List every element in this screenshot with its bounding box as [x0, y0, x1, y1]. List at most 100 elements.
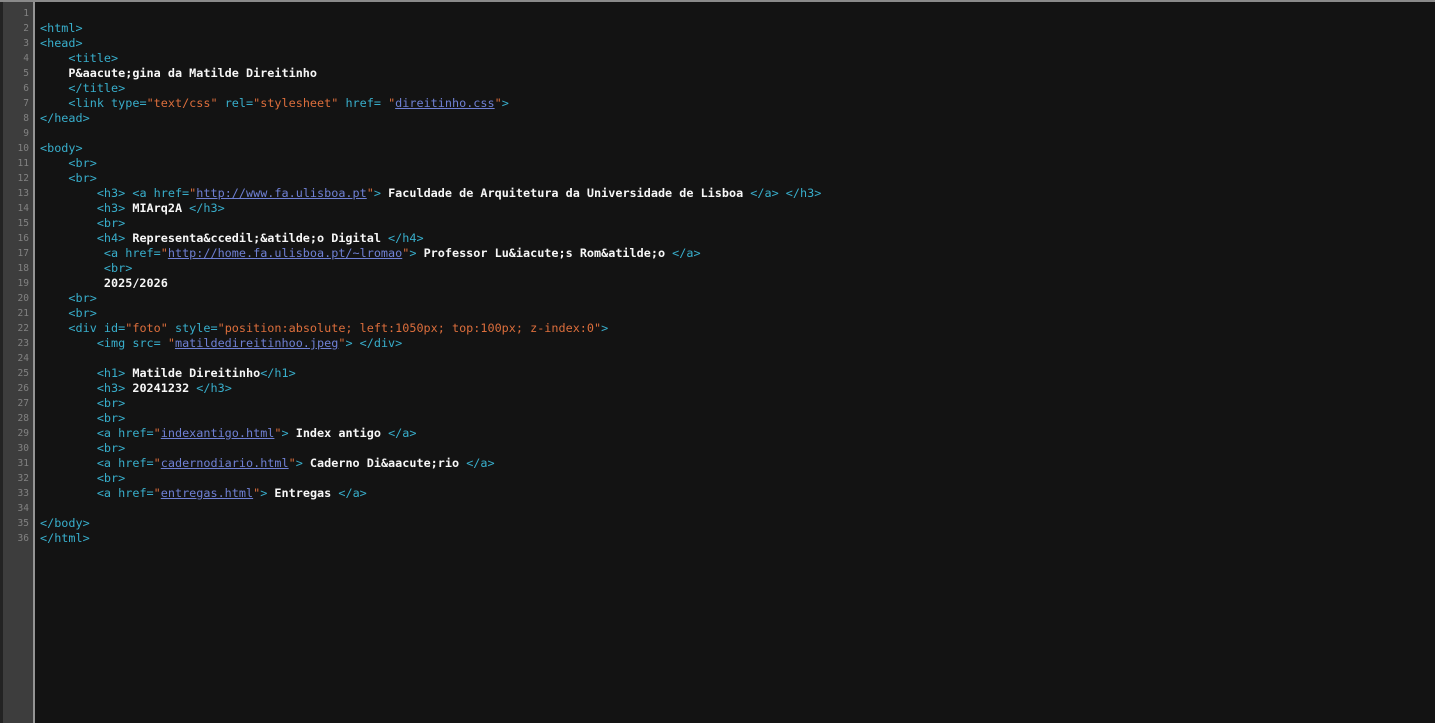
token-str: " — [168, 336, 175, 350]
token-ws — [40, 291, 68, 305]
code-line-27: <br> — [40, 396, 1435, 411]
token-txt: MIArq2A — [125, 201, 189, 215]
line-number-6: 6 — [3, 81, 33, 96]
token-tag: style= — [168, 321, 218, 335]
token-str: " — [495, 96, 502, 110]
line-number-28: 28 — [3, 411, 33, 426]
hyperlink-token[interactable]: indexantigo.html — [161, 426, 275, 440]
line-number-36: 36 — [3, 531, 33, 546]
line-number-18: 18 — [3, 261, 33, 276]
token-ws — [40, 441, 97, 455]
code-line-16: <h4> Representa&ccedil;&atilde;o Digital… — [40, 231, 1435, 246]
token-ws — [40, 261, 104, 275]
token-txt: 20241232 — [125, 381, 196, 395]
token-str: " — [154, 456, 161, 470]
token-ws — [40, 486, 97, 500]
line-number-8: 8 — [3, 111, 33, 126]
hyperlink-token[interactable]: cadernodiario.html — [161, 456, 289, 470]
hyperlink-token[interactable]: http://home.fa.ulisboa.pt/~lromao — [168, 246, 402, 260]
line-number-12: 12 — [3, 171, 33, 186]
line-number-gutter: 1234567891011121314151617181920212223242… — [3, 2, 33, 723]
token-ws — [40, 276, 104, 290]
line-number-10: 10 — [3, 141, 33, 156]
line-number-27: 27 — [3, 396, 33, 411]
line-number-29: 29 — [3, 426, 33, 441]
code-line-36: </html> — [40, 531, 1435, 546]
token-tag: > — [296, 456, 303, 470]
token-tag: <h4> — [97, 231, 125, 245]
token-ws — [40, 186, 97, 200]
token-txt: 2025/2026 — [104, 276, 168, 290]
code-line-20: <br> — [40, 291, 1435, 306]
token-tag: </body> — [40, 516, 90, 530]
token-str: " — [367, 186, 374, 200]
line-number-3: 3 — [3, 36, 33, 51]
token-tag: <img src= — [97, 336, 168, 350]
token-str: "foto" — [125, 321, 168, 335]
token-str: " — [154, 426, 161, 440]
token-tag: rel= — [218, 96, 254, 110]
token-tag: <h3> — [97, 381, 125, 395]
code-line-17: <a href="http://home.fa.ulisboa.pt/~lrom… — [40, 246, 1435, 261]
code-line-33: <a href="entregas.html"> Entregas </a> — [40, 486, 1435, 501]
token-tag: </title> — [68, 81, 125, 95]
token-tag: <h3> <a href= — [97, 186, 189, 200]
code-line-15: <br> — [40, 216, 1435, 231]
code-line-12: <br> — [40, 171, 1435, 186]
code-line-10: <body> — [40, 141, 1435, 156]
code-line-18: <br> — [40, 261, 1435, 276]
token-tag: > — [502, 96, 509, 110]
hyperlink-token[interactable]: direitinho.css — [395, 96, 494, 110]
token-tag: <title> — [68, 51, 118, 65]
code-line-19: 2025/2026 — [40, 276, 1435, 291]
token-tag: </h3> — [189, 201, 225, 215]
code-line-13: <h3> <a href="http://www.fa.ulisboa.pt">… — [40, 186, 1435, 201]
line-number-23: 23 — [3, 336, 33, 351]
code-line-4: <title> — [40, 51, 1435, 66]
token-tag: <br> — [68, 156, 96, 170]
code-line-2: <html> — [40, 21, 1435, 36]
token-tag: <br> — [97, 396, 125, 410]
token-tag: </html> — [40, 531, 90, 545]
hyperlink-token[interactable]: matildedireitinhoo.jpeg — [175, 336, 338, 350]
token-tag: > </div> — [345, 336, 402, 350]
token-ws — [40, 381, 97, 395]
token-tag: </h3> — [196, 381, 232, 395]
code-line-29: <a href="indexantigo.html"> Index antigo… — [40, 426, 1435, 441]
token-tag: </a> </h3> — [750, 186, 821, 200]
hyperlink-token[interactable]: http://www.fa.ulisboa.pt — [196, 186, 366, 200]
token-tag: </a> — [338, 486, 366, 500]
code-line-21: <br> — [40, 306, 1435, 321]
token-ws — [40, 456, 97, 470]
code-editor: 1234567891011121314151617181920212223242… — [0, 2, 1435, 723]
code-area[interactable]: <html><head> <title> P&aacute;gina da Ma… — [35, 2, 1435, 723]
line-number-26: 26 — [3, 381, 33, 396]
token-str: " — [161, 246, 168, 260]
token-txt: Matilde Direitinho — [125, 366, 260, 380]
line-number-19: 19 — [3, 276, 33, 291]
line-number-2: 2 — [3, 21, 33, 36]
token-tag: <br> — [104, 261, 132, 275]
token-tag: </h1> — [260, 366, 296, 380]
token-ws — [40, 96, 68, 110]
code-line-24 — [40, 351, 1435, 366]
token-tag: </a> — [466, 456, 494, 470]
line-number-24: 24 — [3, 351, 33, 366]
token-tag: <br> — [97, 441, 125, 455]
line-number-15: 15 — [3, 216, 33, 231]
line-number-11: 11 — [3, 156, 33, 171]
token-ws — [40, 51, 68, 65]
line-number-7: 7 — [3, 96, 33, 111]
line-number-31: 31 — [3, 456, 33, 471]
code-line-31: <a href="cadernodiario.html"> Caderno Di… — [40, 456, 1435, 471]
token-tag: <br> — [97, 216, 125, 230]
token-tag: > — [601, 321, 608, 335]
token-tag: > — [374, 186, 381, 200]
token-ws — [40, 66, 68, 80]
token-ws — [40, 156, 68, 170]
token-tag: <h1> — [97, 366, 125, 380]
hyperlink-token[interactable]: entregas.html — [161, 486, 253, 500]
token-ws — [40, 366, 97, 380]
token-tag: > — [282, 426, 289, 440]
token-tag: </h4> — [388, 231, 424, 245]
